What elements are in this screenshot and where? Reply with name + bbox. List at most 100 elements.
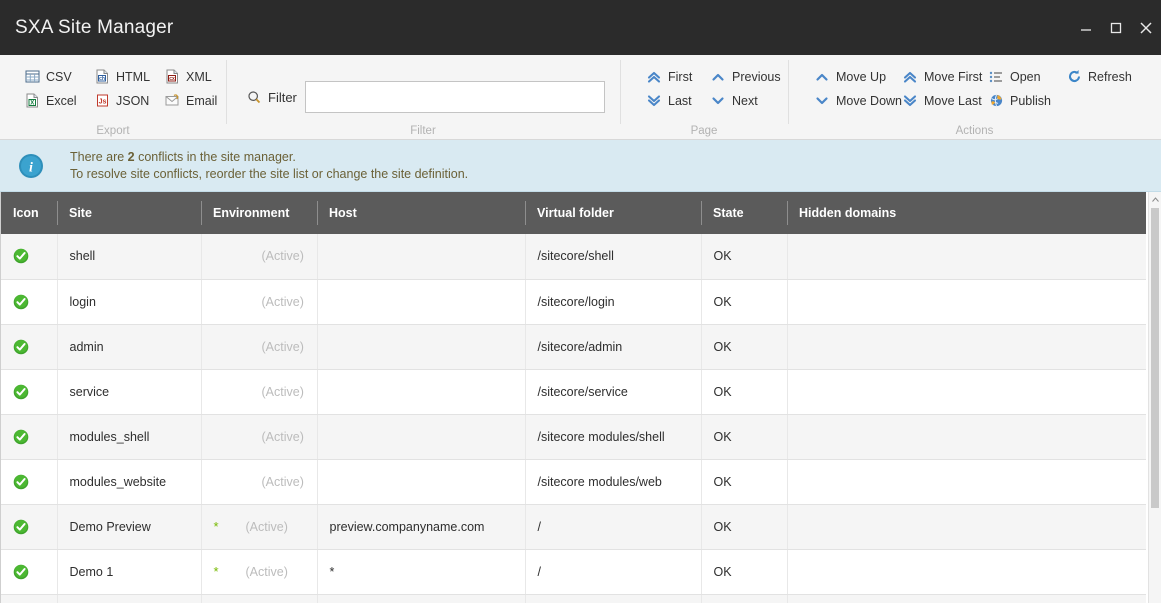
scrollbar-thumb[interactable] — [1151, 208, 1159, 508]
page-previous-button[interactable]: Previous — [702, 66, 781, 87]
table-row[interactable]: modules_website (Active) /sitecore modules… — [1, 459, 1146, 505]
table-row[interactable]: modules_shell (Active) /sitecore modules/s… — [1, 414, 1146, 460]
environment-value: (Active) — [261, 249, 304, 264]
page-next-label: Next — [732, 93, 758, 108]
filter-input[interactable] — [304, 81, 605, 113]
email-envelope-icon — [164, 93, 180, 109]
maximize-icon[interactable] — [1101, 0, 1131, 55]
table-row[interactable]: Demo Preview * (Active) preview.companyname… — [1, 504, 1146, 550]
export-excel-button[interactable]: X Excel — [16, 90, 86, 111]
cell-environment: (Active) — [201, 459, 318, 505]
cell-hidden-domains — [787, 279, 1146, 325]
publish-button[interactable]: Publish — [980, 90, 1058, 111]
cell-status-icon — [1, 594, 58, 603]
svg-text:ch: ch — [99, 76, 105, 82]
cell-virtual-folder: /sitecore/login — [525, 279, 702, 325]
close-icon[interactable] — [1131, 0, 1161, 55]
cell-virtual-folder: /sitecore modules/shell — [525, 414, 702, 460]
column-header-state[interactable]: State — [701, 192, 787, 234]
cell-environment: (Active) — [201, 414, 318, 460]
table-row[interactable] — [1, 594, 1146, 603]
publish-label: Publish — [1010, 93, 1051, 108]
cell-site: shell — [57, 234, 202, 280]
sites-table: Icon Site Environment Host Virtual folde… — [1, 192, 1146, 603]
export-email-button[interactable]: Email — [156, 90, 226, 111]
cell-state: OK — [701, 504, 788, 550]
cell-site: modules_website — [57, 459, 202, 505]
cell-hidden-domains — [787, 594, 1146, 603]
column-header-site[interactable]: Site — [57, 192, 201, 234]
environment-value: (Active) — [245, 519, 288, 534]
export-json-label: JSON — [116, 93, 150, 108]
cell-site: Demo Preview — [57, 504, 202, 550]
cell-state: OK — [701, 234, 788, 280]
vertical-scrollbar[interactable] — [1148, 192, 1161, 603]
move-last-button[interactable]: Move Last — [894, 90, 982, 111]
json-file-icon: Js — [94, 93, 110, 109]
cell-hidden-domains — [787, 324, 1146, 370]
export-html-button[interactable]: ch HTML — [86, 66, 156, 87]
header-row: Icon Site Environment Host Virtual folde… — [1, 192, 1146, 234]
svg-text:X: X — [30, 100, 34, 106]
page-next-button[interactable]: Next — [702, 90, 766, 111]
ribbon-group-export-label: Export — [96, 125, 130, 137]
move-up-button[interactable]: Move Up — [806, 66, 894, 87]
scroll-up-arrow[interactable] — [1149, 192, 1161, 206]
cell-virtual-folder: /sitecore modules/web — [525, 459, 702, 505]
table-row[interactable]: service (Active) /sitecore/service OK — [1, 369, 1146, 415]
page-last-label: Last — [668, 93, 692, 108]
export-html-label: HTML — [116, 69, 151, 84]
cell-site: modules_shell — [57, 414, 202, 460]
table-row[interactable]: Demo 1 * (Active) * / OK — [1, 549, 1146, 595]
cell-status-icon — [1, 369, 58, 415]
xml-file-icon: cx — [164, 69, 180, 85]
move-first-label: Move First — [924, 69, 983, 84]
chevron-double-up-icon — [646, 69, 662, 85]
cell-state: OK — [701, 279, 788, 325]
move-last-label: Move Last — [924, 93, 982, 108]
refresh-button[interactable]: Refresh — [1058, 66, 1138, 87]
environment-value: (Active) — [245, 564, 288, 579]
column-header-hidden-domains[interactable]: Hidden domains — [787, 192, 1146, 234]
cell-host — [317, 594, 526, 603]
notification-line-2: To resolve site conflicts, reorder the s… — [70, 166, 469, 181]
page-first-button[interactable]: First — [638, 66, 702, 87]
ribbon-group-actions: Move Up Move Down Move First Move Last O… — [788, 55, 1161, 140]
excel-file-icon: X — [24, 93, 40, 109]
cell-status-icon — [1, 324, 58, 370]
minimize-icon[interactable] — [1071, 0, 1101, 55]
cell-status-icon — [1, 459, 58, 505]
page-last-button[interactable]: Last — [638, 90, 702, 111]
cell-hidden-domains — [787, 504, 1146, 550]
export-json-button[interactable]: Js JSON — [86, 90, 156, 111]
list-open-icon — [988, 69, 1004, 85]
environment-star: * — [213, 519, 219, 534]
cell-virtual-folder: /sitecore/service — [525, 369, 702, 415]
cell-status-icon — [1, 234, 58, 280]
column-header-virtual-folder[interactable]: Virtual folder — [525, 192, 701, 234]
filter-label-wrap: Filter — [246, 89, 297, 105]
cell-site: admin — [57, 324, 202, 370]
export-xml-button[interactable]: cx XML — [156, 66, 226, 87]
move-first-button[interactable]: Move First — [894, 66, 983, 87]
cell-virtual-folder: / — [525, 549, 702, 595]
page-previous-label: Previous — [732, 69, 781, 84]
open-button[interactable]: Open — [980, 66, 1058, 87]
column-header-environment[interactable]: Environment — [201, 192, 317, 234]
column-header-host[interactable]: Host — [317, 192, 525, 234]
column-header-icon[interactable]: Icon — [1, 192, 57, 234]
move-up-label: Move Up — [836, 69, 887, 84]
cell-host: preview.companyname.com — [317, 504, 526, 550]
export-csv-button[interactable]: CSV — [16, 66, 86, 87]
cell-host — [317, 324, 526, 370]
table-row[interactable]: shell (Active) /sitecore/shell OK — [1, 234, 1146, 280]
sites-table-header: Icon Site Environment Host Virtual folde… — [1, 192, 1146, 234]
chevron-down-icon — [814, 93, 830, 109]
cell-virtual-folder: /sitecore/shell — [525, 234, 702, 280]
table-row[interactable]: admin (Active) /sitecore/admin OK — [1, 324, 1146, 370]
cell-environment — [201, 594, 318, 603]
table-row[interactable]: login (Active) /sitecore/login OK — [1, 279, 1146, 325]
svg-text:Js: Js — [98, 99, 106, 106]
export-csv-label: CSV — [46, 69, 72, 84]
move-down-button[interactable]: Move Down — [806, 90, 902, 111]
